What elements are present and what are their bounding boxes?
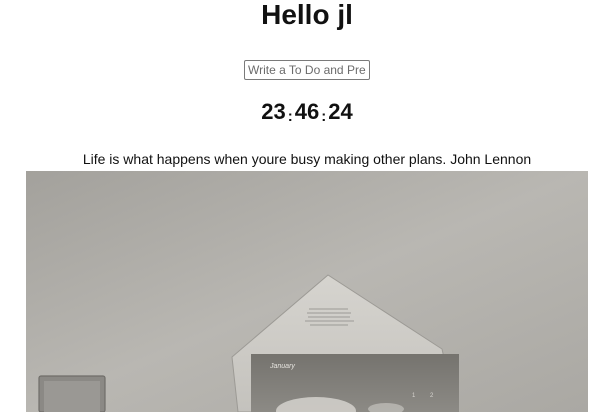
clock-seconds: 24	[328, 99, 353, 124]
background-photo: January 1 2	[26, 171, 588, 412]
quote-author: John Lennon	[450, 151, 532, 167]
clock-minutes: 46	[294, 99, 320, 124]
quote: Life is what happens when youre busy mak…	[0, 150, 614, 168]
clock: 23:46:24	[0, 98, 614, 129]
greeting-heading: Hello jl	[261, 0, 353, 30]
calendar-month: January	[269, 363, 295, 370]
switch-plate-inner	[44, 381, 100, 412]
momentum-page: Hello jl 23:46:24 Life is what happens w…	[0, 0, 614, 412]
quote-text: Life is what happens when youre busy mak…	[82, 151, 447, 167]
photo-illustration: January 1 2	[26, 171, 588, 412]
clock-hours: 23	[261, 99, 286, 124]
clock-separator: :	[321, 108, 327, 125]
clock-separator: :	[287, 108, 293, 125]
todo-input[interactable]	[244, 60, 370, 80]
